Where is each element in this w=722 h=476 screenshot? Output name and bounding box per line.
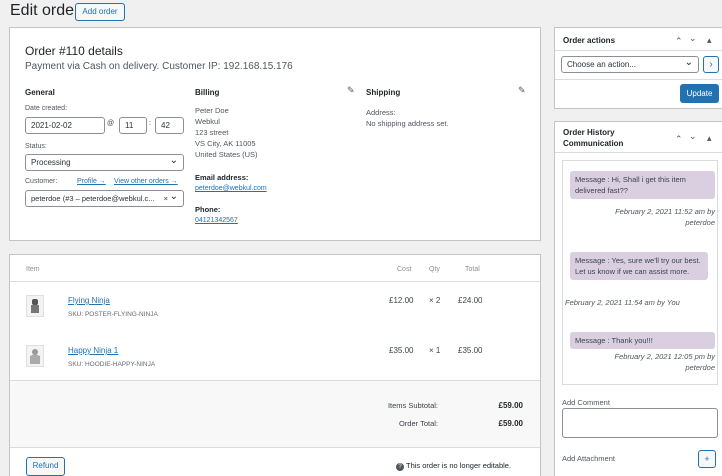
hour-input[interactable]: 11 xyxy=(119,117,147,134)
header-divider xyxy=(10,281,540,282)
items-subtotal-label: Items Subtotal: xyxy=(387,401,438,410)
chevron-down-icon[interactable]: ⌄ xyxy=(689,131,697,141)
status-label: Status: xyxy=(25,143,47,150)
order-total-value: £59.00 xyxy=(498,419,523,428)
phone-link[interactable]: 04121342567 xyxy=(195,217,238,224)
chevron-up-icon[interactable]: ⌃ xyxy=(675,134,683,144)
shipping-address-label: Address: xyxy=(366,108,396,117)
item-qty: × 2 xyxy=(429,296,441,305)
minute-input[interactable]: 42 xyxy=(155,117,184,134)
customer-value: peterdoe (#3 – peterdoe@webkul.c... xyxy=(31,194,155,203)
customer-label: Customer: xyxy=(25,178,58,185)
order-items-panel: Item Cost Qty Total Flying Ninja SKU: PO… xyxy=(9,254,541,476)
phone-label: Phone: xyxy=(195,205,221,214)
order-subtitle: Payment via Cash on delivery. Customer I… xyxy=(25,61,293,72)
status-select[interactable]: Processing xyxy=(25,153,184,171)
profile-link[interactable]: Profile → xyxy=(77,178,106,185)
item-column-header: Item xyxy=(26,266,40,273)
date-created-input[interactable]: 2021-02-02 xyxy=(25,117,105,134)
order-history-title: Order History Communication xyxy=(563,128,624,148)
message-bubble: Message : Yes, sure we'll try our best. … xyxy=(570,252,708,280)
header-divider xyxy=(555,50,722,51)
add-order-button[interactable]: Add order xyxy=(75,3,125,21)
at-separator: @ xyxy=(107,120,115,127)
header-divider xyxy=(555,152,722,153)
order-details-panel: Order #110 details Payment via Cash on d… xyxy=(9,27,541,241)
item-total: £35.00 xyxy=(458,346,483,355)
item-name-link[interactable]: Flying Ninja xyxy=(68,296,110,305)
actions-divider xyxy=(555,79,722,80)
message-bubble: Message : Thank you!!! xyxy=(570,332,715,349)
product-thumbnail xyxy=(26,345,44,367)
date-created-label: Date created: xyxy=(25,105,68,112)
order-title: Order #110 details xyxy=(25,44,123,58)
time-colon: : xyxy=(149,120,151,127)
billing-line: United States (US) xyxy=(195,150,258,159)
order-action-select-value: Choose an action... xyxy=(567,60,636,69)
cost-column-header: Cost xyxy=(397,266,412,273)
chevron-down-icon[interactable]: ⌄ xyxy=(689,33,697,43)
message-meta: February 2, 2021 11:52 am by peterdoe xyxy=(615,207,715,227)
collapse-triangle-icon[interactable]: ▴ xyxy=(707,35,712,45)
product-thumbnail xyxy=(26,295,44,317)
not-editable-note: ? This order is no longer editable. xyxy=(396,461,511,471)
items-subtotal-value: £59.00 xyxy=(498,401,523,410)
status-value: Processing xyxy=(31,158,71,167)
billing-heading: Billing xyxy=(195,88,220,97)
email-link[interactable]: peterdoe@webkul.com xyxy=(195,185,267,192)
billing-line: VS City, AK 11005 xyxy=(195,139,256,148)
general-heading: General xyxy=(25,88,55,97)
chevron-up-icon[interactable]: ⌃ xyxy=(675,36,683,46)
collapse-triangle-icon[interactable]: ▴ xyxy=(707,133,712,143)
billing-line: Webkul xyxy=(195,117,220,126)
order-history-panel: Order History Communication ⌃ ⌄ ▴ Messag… xyxy=(554,121,722,476)
total-column-header: Total xyxy=(465,266,480,273)
billing-line: Peter Doe xyxy=(195,106,229,115)
refund-button[interactable]: Refund xyxy=(26,457,65,476)
messages-list: Message : Hi, Shall i get this item deli… xyxy=(562,160,718,385)
item-sku: SKU: HOODIE-HAPPY-NINJA xyxy=(68,361,156,368)
order-actions-title: Order actions xyxy=(563,36,616,45)
item-cost: £12.00 xyxy=(389,296,414,305)
comment-textarea[interactable] xyxy=(562,408,718,438)
email-label: Email address: xyxy=(195,173,249,182)
message-bubble: Message : Hi, Shall i get this item deli… xyxy=(570,171,715,199)
item-cost: £35.00 xyxy=(389,346,414,355)
item-name-link[interactable]: Happy Ninja 1 xyxy=(68,346,118,355)
add-comment-label: Add Comment xyxy=(562,398,610,407)
billing-address: Peter Doe Webkul 123 street VS City, AK … xyxy=(195,105,258,160)
order-action-select[interactable]: Choose an action... xyxy=(561,55,699,73)
edit-billing-pencil-icon[interactable]: ✎ xyxy=(347,85,355,95)
shipping-heading: Shipping xyxy=(366,88,401,97)
qty-column-header: Qty xyxy=(429,266,440,273)
shipping-address-value: No shipping address set. xyxy=(366,119,449,128)
view-other-orders-link[interactable]: View other orders → xyxy=(114,178,178,185)
message-meta: February 2, 2021 11:54 am by You xyxy=(565,298,680,307)
clear-customer-icon[interactable]: × xyxy=(164,191,168,206)
update-button[interactable]: Update xyxy=(680,84,719,103)
message-meta: February 2, 2021 12:05 pm by peterdoe xyxy=(614,352,715,372)
order-total-label: Order Total: xyxy=(398,419,438,428)
page-title: Edit order xyxy=(10,2,80,19)
not-editable-text: This order is no longer editable. xyxy=(406,461,512,470)
billing-line: 123 street xyxy=(195,128,229,137)
customer-select[interactable]: peterdoe (#3 – peterdoe@webkul.c... × xyxy=(25,189,184,207)
add-attachment-label: Add Attachment xyxy=(562,454,615,463)
item-total: £24.00 xyxy=(458,296,483,305)
totals-area: Items Subtotal: £59.00 Order Total: £59.… xyxy=(10,380,540,448)
item-qty: × 1 xyxy=(429,346,441,355)
edit-shipping-pencil-icon[interactable]: ✎ xyxy=(518,85,526,95)
go-button[interactable]: › xyxy=(703,56,719,73)
order-actions-panel: Order actions ⌃ ⌄ ▴ Choose an action... … xyxy=(554,27,722,109)
item-sku: SKU: POSTER-FLYING-NINJA xyxy=(68,311,158,318)
help-icon: ? xyxy=(396,463,404,471)
add-attachment-button[interactable]: + xyxy=(698,450,716,468)
